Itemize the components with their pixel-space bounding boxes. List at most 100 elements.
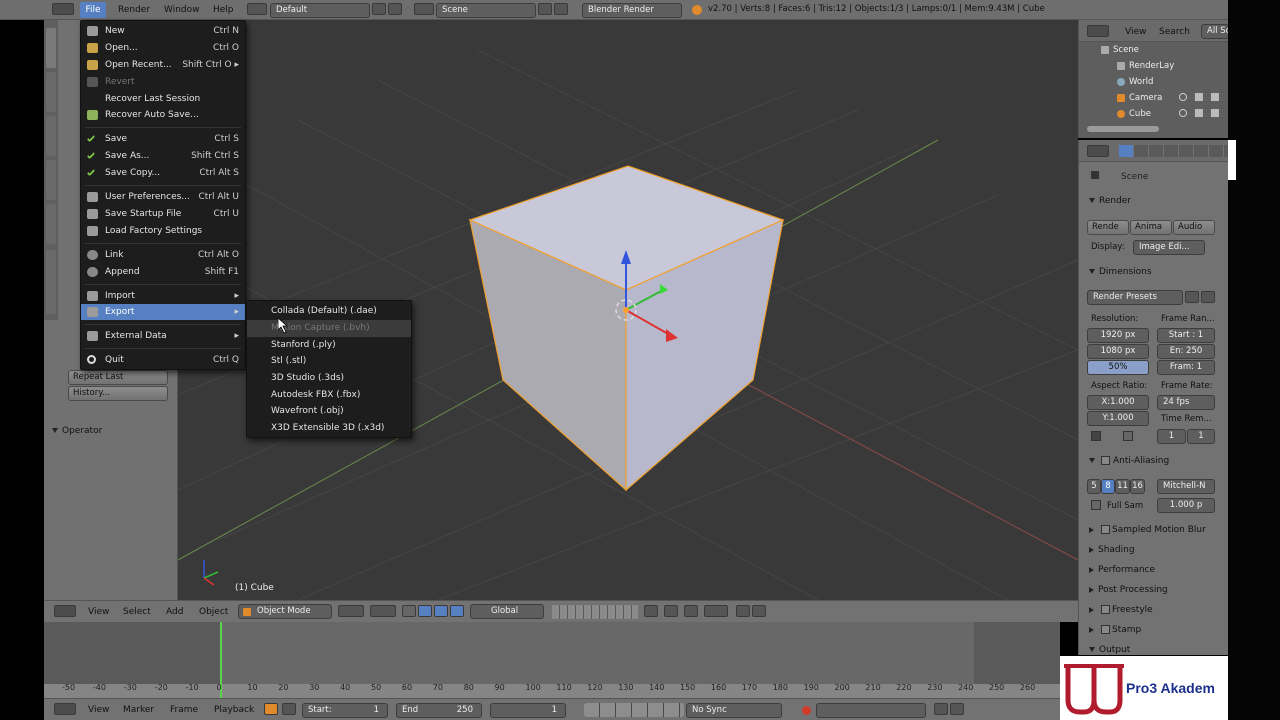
file-menu-user-preferences[interactable]: User Preferences... Ctrl Alt U: [81, 189, 245, 205]
preview-range-icon[interactable]: [264, 703, 278, 715]
export-fbx[interactable]: Autodesk FBX (.fbx): [247, 387, 411, 404]
performance-panel-header[interactable]: Performance: [1089, 565, 1155, 575]
operator-panel-header[interactable]: Operator: [52, 426, 102, 436]
start-frame-field[interactable]: Start: 1: [302, 703, 388, 718]
outliner-item-scene[interactable]: Scene: [1101, 42, 1139, 58]
delete-keyframe-icon[interactable]: [950, 703, 964, 715]
file-menu-export[interactable]: Export ▸: [81, 304, 245, 320]
frame-end-field[interactable]: En: 250: [1157, 344, 1215, 359]
crop-checkbox[interactable]: [1123, 431, 1133, 441]
filter-size-field[interactable]: 1.000 p: [1157, 498, 1215, 513]
dimensions-panel-header[interactable]: Dimensions: [1089, 267, 1152, 277]
outliner-item-cube[interactable]: Cube: [1117, 106, 1151, 122]
viewport-menu-object[interactable]: Object: [199, 604, 228, 620]
current-frame-field[interactable]: 1: [490, 703, 566, 718]
file-menu-load-factory-settings[interactable]: Load Factory Settings: [81, 223, 245, 239]
export-3ds[interactable]: 3D Studio (.3ds): [247, 370, 411, 387]
aa-samples-11[interactable]: 11: [1115, 479, 1130, 494]
aspect-x-field[interactable]: X:1.000: [1087, 395, 1149, 410]
file-menu-save-startup-file[interactable]: Save Startup File Ctrl U: [81, 206, 245, 222]
file-menu-open-recent[interactable]: Open Recent... Shift Ctrl O ▸: [81, 57, 245, 73]
mode-select[interactable]: Object Mode: [238, 604, 332, 619]
transform-orientation-select[interactable]: Global: [470, 604, 544, 619]
aa-samples-8[interactable]: 8: [1101, 479, 1115, 494]
display-select[interactable]: Image Edi...: [1133, 240, 1205, 255]
translate-icon[interactable]: [418, 605, 432, 617]
anti-aliasing-panel-header[interactable]: Anti-Aliasing: [1089, 456, 1169, 466]
tab-physics[interactable]: [46, 204, 56, 244]
render-presets-select[interactable]: Render Presets: [1087, 290, 1183, 305]
opengl-render-icon[interactable]: [736, 605, 750, 617]
aa-samples-16[interactable]: 16: [1130, 479, 1145, 494]
viewport-menu-add[interactable]: Add: [166, 604, 183, 620]
freestyle-checkbox[interactable]: [1101, 605, 1110, 614]
keying-set-field[interactable]: [816, 703, 926, 718]
outliner-menu-search[interactable]: Search: [1159, 24, 1190, 40]
scene-icon[interactable]: [414, 3, 434, 15]
file-menu-new[interactable]: New Ctrl N: [81, 23, 245, 39]
aa-filter-select[interactable]: Mitchell-N: [1157, 479, 1215, 494]
layout-add-icon[interactable]: [372, 3, 386, 15]
time-lock-icon[interactable]: [282, 703, 296, 715]
tab-tools[interactable]: [46, 28, 56, 68]
tab-animation[interactable]: [46, 160, 56, 200]
cube-select-icon[interactable]: [1195, 109, 1203, 117]
motion-blur-panel-header[interactable]: Sampled Motion Blur: [1089, 525, 1206, 535]
file-menu-save-as[interactable]: Save As... Shift Ctrl S: [81, 148, 245, 164]
outliner-editor-type-icon[interactable]: [1087, 25, 1109, 37]
cube-render-icon[interactable]: [1211, 109, 1219, 117]
camera-select-icon[interactable]: [1195, 93, 1203, 101]
stamp-panel-header[interactable]: Stamp: [1089, 625, 1141, 635]
aspect-y-field[interactable]: Y:1.000: [1087, 411, 1149, 426]
layout-icon[interactable]: [247, 3, 267, 15]
menu-help[interactable]: Help: [213, 2, 234, 18]
preset-remove-icon[interactable]: [1201, 291, 1215, 303]
aa-samples-5[interactable]: 5: [1087, 479, 1101, 494]
freestyle-panel-header[interactable]: Freestyle: [1089, 605, 1153, 615]
layer-buttons[interactable]: [552, 605, 638, 619]
layout-field[interactable]: Default: [270, 3, 370, 18]
file-menu-open[interactable]: Open... Ctrl O: [81, 40, 245, 56]
export-stl[interactable]: Stl (.stl): [247, 353, 411, 370]
viewport-menu-select[interactable]: Select: [123, 604, 151, 620]
timeline-menu-frame[interactable]: Frame: [170, 702, 198, 718]
outliner-menu-view[interactable]: View: [1125, 24, 1146, 40]
playback-controls[interactable]: [584, 703, 684, 717]
scene-field[interactable]: Scene: [436, 3, 536, 18]
history-button[interactable]: History...: [68, 386, 168, 401]
proportional-edit-icon[interactable]: [664, 605, 678, 617]
render-tab-icon[interactable]: [1119, 145, 1133, 157]
export-x3d[interactable]: X3D Extensible 3D (.x3d): [247, 420, 411, 437]
menu-file[interactable]: File: [80, 2, 106, 18]
audio-button[interactable]: Audio: [1173, 220, 1215, 235]
file-menu-append[interactable]: Append Shift F1: [81, 264, 245, 280]
opengl-anim-icon[interactable]: [752, 605, 766, 617]
rotate-icon[interactable]: [434, 605, 448, 617]
export-obj[interactable]: Wavefront (.obj): [247, 403, 411, 420]
tab-relations[interactable]: [46, 116, 56, 156]
frame-rate-select[interactable]: 24 fps: [1157, 395, 1215, 410]
record-icon[interactable]: [802, 706, 811, 715]
file-menu-save[interactable]: Save Ctrl S: [81, 131, 245, 147]
export-motion-capture[interactable]: Motion Capture (.bvh): [247, 320, 411, 337]
scene-close-icon[interactable]: [554, 3, 568, 15]
snap-icon[interactable]: [684, 605, 698, 617]
resolution-percentage-field[interactable]: 50%: [1087, 360, 1149, 375]
timeline-menu-view[interactable]: View: [88, 702, 109, 718]
time-remap-new-field[interactable]: 1: [1187, 429, 1215, 444]
sync-mode-select[interactable]: No Sync: [686, 703, 782, 718]
timeline-menu-marker[interactable]: Marker: [123, 702, 154, 718]
frame-step-field[interactable]: Fram: 1: [1157, 360, 1215, 375]
output-panel-header[interactable]: Output: [1089, 645, 1130, 655]
outliner-display-select[interactable]: All Sc: [1201, 24, 1229, 39]
tab-create[interactable]: [46, 72, 56, 112]
viewport-editor-type-icon[interactable]: [54, 605, 76, 617]
scale-icon[interactable]: [450, 605, 464, 617]
repeat-last-button[interactable]: Repeat Last: [68, 370, 168, 385]
outliner-item-camera[interactable]: Camera: [1117, 90, 1162, 106]
outliner-item-renderlayers[interactable]: RenderLay: [1117, 58, 1174, 74]
render-panel-header[interactable]: Render: [1089, 196, 1131, 206]
properties-context-tabs[interactable]: [1119, 145, 1228, 157]
border-checkbox[interactable]: [1091, 431, 1101, 441]
stamp-checkbox[interactable]: [1101, 625, 1110, 634]
